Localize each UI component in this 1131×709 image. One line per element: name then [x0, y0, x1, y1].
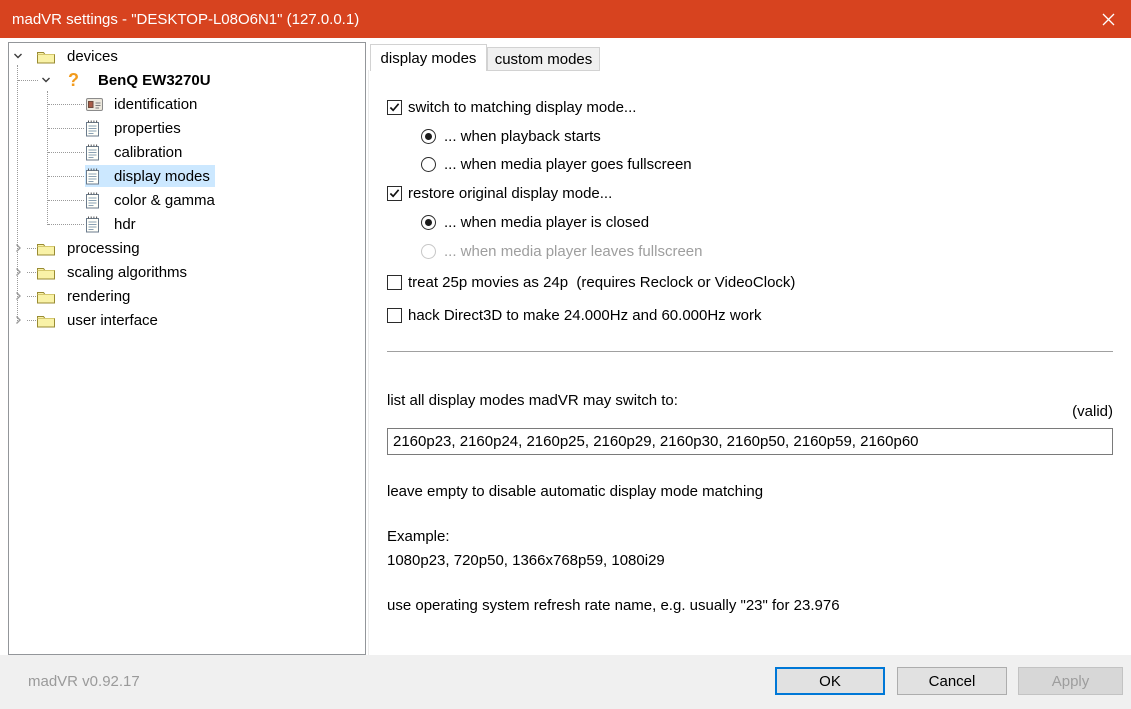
tree-item-label: rendering: [67, 288, 130, 305]
tree-item-devices[interactable]: devices: [9, 44, 365, 68]
tree-item-identification[interactable]: identification: [9, 92, 365, 116]
tree-item-benq-ew3270u[interactable]: ? BenQ EW3270U: [9, 68, 365, 92]
valid-status-label: (valid): [387, 403, 1113, 420]
version-label: madVR v0.92.17: [28, 655, 140, 709]
checkbox-box[interactable]: [387, 275, 402, 290]
radio-label: ... when media player is closed: [444, 214, 649, 231]
tree-item-label: processing: [67, 240, 140, 257]
expand-icon[interactable]: [11, 265, 25, 279]
tree-item-color-gamma[interactable]: color & gamma: [9, 188, 365, 212]
tree-item-scaling-algorithms[interactable]: scaling algorithms: [9, 260, 365, 284]
checkbox-label: restore original display mode...: [408, 185, 612, 202]
radio-when-media-player-leaves-fullscreen: ... when media player leaves fullscreen: [421, 241, 702, 261]
radio-when-media-player-is-closed[interactable]: ... when media player is closed: [421, 212, 649, 232]
radio-circle[interactable]: [421, 157, 436, 172]
tree-item-user-interface[interactable]: user interface: [9, 308, 365, 332]
checkbox-label: treat 25p movies as 24p (requires Recloc…: [408, 274, 795, 291]
checkbox-switch-to-matching-display-mode[interactable]: switch to matching display mode...: [387, 97, 636, 117]
radio-circle[interactable]: [421, 215, 436, 230]
folder-icon: [37, 311, 57, 329]
folder-icon: [37, 47, 57, 65]
tree-item-label: devices: [67, 48, 118, 65]
settings-tree: devices? BenQ EW3270U identification proper…: [9, 44, 365, 332]
expand-icon[interactable]: [11, 241, 25, 255]
radio-when-playback-starts[interactable]: ... when playback starts: [421, 126, 601, 146]
tree-item-calibration[interactable]: calibration: [9, 140, 365, 164]
hint-refresh-rate-name: use operating system refresh rate name, …: [387, 597, 840, 614]
note-icon: [86, 119, 106, 137]
display-modes-page: switch to matching display mode... ... w…: [368, 70, 1131, 655]
tree-item-properties[interactable]: properties: [9, 116, 365, 140]
checkbox-box[interactable]: [387, 186, 402, 201]
radio-label: ... when media player goes fullscreen: [444, 156, 692, 173]
folder-icon: [37, 287, 57, 305]
hint-leave-empty: leave empty to disable automatic display…: [387, 483, 763, 500]
radio-circle: [421, 244, 436, 259]
madvr-settings-window: madVR settings - "DESKTOP-L08O6N1" (127.…: [0, 0, 1131, 709]
checkbox-hack-direct3d[interactable]: hack Direct3D to make 24.000Hz and 60.00…: [387, 305, 762, 325]
radio-circle[interactable]: [421, 129, 436, 144]
tree-item-label: user interface: [67, 312, 158, 329]
close-icon: [1102, 13, 1115, 26]
checkbox-box[interactable]: [387, 308, 402, 323]
collapse-icon[interactable]: [11, 49, 25, 63]
tree-item-label: hdr: [114, 216, 136, 233]
note-icon: [86, 167, 106, 185]
tree-item-rendering[interactable]: rendering: [9, 284, 365, 308]
tree-item-label: display modes: [114, 168, 210, 185]
tree-item-label: color & gamma: [114, 192, 215, 209]
checkbox-label: switch to matching display mode...: [408, 99, 636, 116]
window-title: madVR settings - "DESKTOP-L08O6N1" (127.…: [0, 11, 359, 28]
cancel-button[interactable]: Cancel: [897, 667, 1007, 695]
radio-label: ... when playback starts: [444, 128, 601, 145]
expand-icon[interactable]: [11, 313, 25, 327]
example-title: Example:: [387, 528, 450, 545]
note-icon: [86, 215, 106, 233]
tree-item-processing[interactable]: processing: [9, 236, 365, 260]
checkbox-restore-original-display-mode[interactable]: restore original display mode...: [387, 183, 612, 203]
tab-label: display modes: [381, 50, 477, 67]
close-button[interactable]: [1085, 0, 1131, 38]
tab-label: custom modes: [495, 51, 593, 68]
footer-bar: madVR v0.92.17 OK Cancel Apply: [0, 655, 1131, 709]
question-icon: ?: [68, 71, 88, 89]
checkbox-box[interactable]: [387, 100, 402, 115]
expand-icon[interactable]: [11, 289, 25, 303]
display-modes-input[interactable]: [387, 428, 1113, 455]
note-icon: [86, 191, 106, 209]
tree-item-label: BenQ EW3270U: [98, 72, 211, 89]
folder-icon: [37, 239, 57, 257]
radio-label: ... when media player leaves fullscreen: [444, 243, 702, 260]
titlebar[interactable]: madVR settings - "DESKTOP-L08O6N1" (127.…: [0, 0, 1131, 38]
settings-tree-panel: devices? BenQ EW3270U identification proper…: [8, 42, 366, 655]
tab-custom-modes[interactable]: custom modes: [487, 47, 600, 71]
tab-display-modes[interactable]: display modes: [370, 44, 487, 71]
tree-item-label: properties: [114, 120, 181, 137]
example-value: 1080p23, 720p50, 1366x768p59, 1080i29: [387, 552, 665, 569]
ok-button[interactable]: OK: [775, 667, 885, 695]
tree-item-label: calibration: [114, 144, 182, 161]
card-icon: [86, 95, 106, 113]
checkbox-label: hack Direct3D to make 24.000Hz and 60.00…: [408, 307, 762, 324]
tree-item-display-modes[interactable]: display modes: [9, 164, 365, 188]
folder-icon: [37, 263, 57, 281]
checkbox-treat-25p-movies-as-24p[interactable]: treat 25p movies as 24p (requires Recloc…: [387, 272, 795, 292]
apply-button[interactable]: Apply: [1018, 667, 1123, 695]
note-icon: [86, 143, 106, 161]
collapse-icon[interactable]: [39, 73, 53, 87]
section-divider: [387, 351, 1113, 352]
radio-when-media-player-goes-fullscreen[interactable]: ... when media player goes fullscreen: [421, 154, 692, 174]
tree-item-hdr[interactable]: hdr: [9, 212, 365, 236]
tree-item-label: identification: [114, 96, 197, 113]
tree-item-label: scaling algorithms: [67, 264, 187, 281]
